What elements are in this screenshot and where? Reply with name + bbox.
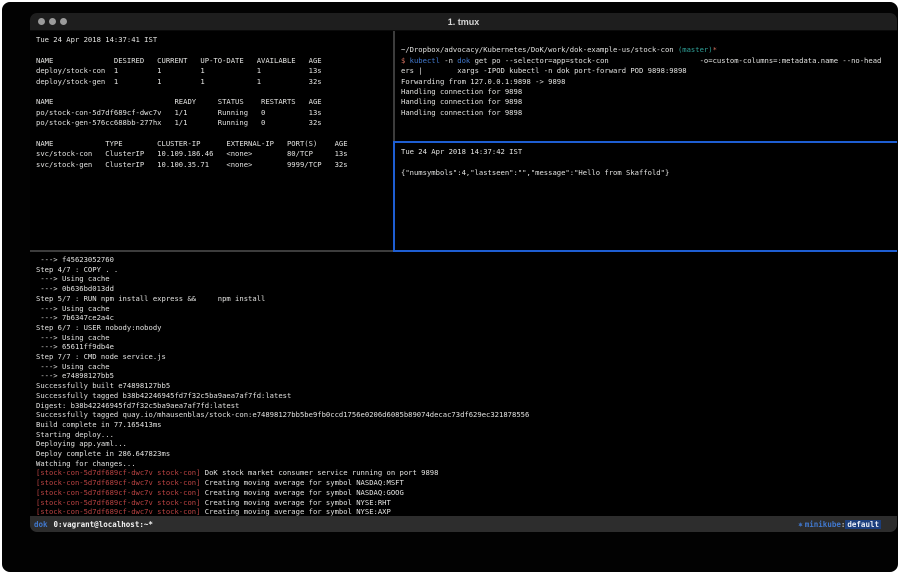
terminal-line: Successfully built e74898127bb5: [36, 381, 896, 391]
status-right: ⎈ minikube : default: [798, 520, 881, 529]
terminal-line: Handling connection for 9898: [401, 87, 897, 97]
terminal-line: Tue 24 Apr 2018 14:37:42 IST: [401, 147, 897, 157]
terminal-window: 1. tmux Tue 24 Apr 2018 14:37:41 IST NAM…: [30, 13, 897, 532]
pane-divider-vertical-inactive: [393, 31, 395, 141]
terminal-line: ---> Using cache: [36, 362, 896, 372]
terminal-line: Successfully tagged b38b42246945fd7f32c5…: [36, 391, 896, 401]
terminal-line: ---> 0b636bd013dd: [36, 284, 896, 294]
window-titlebar[interactable]: 1. tmux: [30, 13, 897, 31]
terminal-line: [36, 45, 394, 55]
pane-divider-vertical-active: [393, 141, 395, 250]
traffic-lights: [38, 13, 67, 30]
terminal-line: deploy/stock-gen 1 1 1 1 32s: [36, 77, 394, 87]
minimize-button[interactable]: [49, 18, 56, 25]
terminal-line: ers | xargs -IPOD kubectl -n dok port-fo…: [401, 66, 897, 76]
terminal-line: ---> e74898127bb5: [36, 371, 896, 381]
terminal-line: Digest: b38b42246945fd7f32c5ba9aea7af7fd…: [36, 401, 896, 411]
pane-kubectl-watch[interactable]: Tue 24 Apr 2018 14:37:41 IST NAME DESIRE…: [33, 31, 394, 254]
terminal-line: Step 6/7 : USER nobody:nobody: [36, 323, 896, 333]
terminal-line: $ kubectl -n dok get po --selector=app=s…: [401, 56, 897, 66]
terminal-line: Deploy complete in 286.647823ms: [36, 449, 896, 459]
terminal-line: Forwarding from 127.0.0.1:9898 -> 9898: [401, 77, 897, 87]
terminal-body: Tue 24 Apr 2018 14:37:41 IST NAME DESIRE…: [30, 31, 897, 516]
pane-curl-response[interactable]: Tue 24 Apr 2018 14:37:42 IST {"numsymbol…: [397, 143, 897, 253]
terminal-line: NAME TYPE CLUSTER-IP EXTERNAL-IP PORT(S)…: [36, 139, 394, 149]
terminal-line: Deploying app.yaml...: [36, 439, 896, 449]
terminal-line: Build complete in 77.165413ms: [36, 420, 896, 430]
terminal-line: [stock-con-5d7df689cf-dwc7v stock-con] D…: [36, 468, 896, 478]
helm-icon: ⎈: [798, 520, 803, 529]
terminal-line: [401, 35, 897, 45]
terminal-line: svc/stock-con ClusterIP 10.109.186.46 <n…: [36, 149, 394, 159]
terminal-line: [36, 87, 394, 97]
terminal-line: [stock-con-5d7df689cf-dwc7v stock-con] C…: [36, 478, 896, 488]
terminal-line: NAME DESIRED CURRENT UP-TO-DATE AVAILABL…: [36, 56, 394, 66]
terminal-line: Handling connection for 9898: [401, 97, 897, 107]
session-name: dok: [34, 520, 48, 529]
terminal-line: ---> 7b6347ce2a4c: [36, 313, 896, 323]
terminal-line: Starting deploy...: [36, 430, 896, 440]
terminal-line: ---> f45623052760: [36, 255, 896, 265]
terminal-line: Step 5/7 : RUN npm install express && np…: [36, 294, 896, 304]
terminal-line: NAME READY STATUS RESTARTS AGE: [36, 97, 394, 107]
terminal-line: ~/Dropbox/advocacy/Kubernetes/DoK/work/d…: [401, 45, 897, 55]
terminal-line: [36, 129, 394, 139]
close-button[interactable]: [38, 18, 45, 25]
terminal-line: Tue 24 Apr 2018 14:37:41 IST: [36, 35, 394, 45]
terminal-line: Watching for changes...: [36, 459, 896, 469]
terminal-line: Handling connection for 9898: [401, 108, 897, 118]
terminal-line: po/stock-gen-576cc688bb-277hx 1/1 Runnin…: [36, 118, 394, 128]
terminal-line: deploy/stock-con 1 1 1 1 13s: [36, 66, 394, 76]
terminal-line: po/stock-con-5d7df689cf-dwc7v 1/1 Runnin…: [36, 108, 394, 118]
terminal-line: ---> 65611ff9db4e: [36, 342, 896, 352]
terminal-line: {"numsymbols":4,"lastseen":"","message":…: [401, 168, 897, 178]
terminal-line: Step 7/7 : CMD node service.js: [36, 352, 896, 362]
terminal-line: [stock-con-5d7df689cf-dwc7v stock-con] C…: [36, 507, 896, 517]
screenshot-canvas: 1. tmux Tue 24 Apr 2018 14:37:41 IST NAM…: [0, 0, 900, 574]
terminal-line: [stock-con-5d7df689cf-dwc7v stock-con] C…: [36, 498, 896, 508]
terminal-line: ---> Using cache: [36, 333, 896, 343]
kube-context: minikube: [805, 520, 841, 529]
terminal-line: Step 4/7 : COPY . .: [36, 265, 896, 275]
terminal-line: [stock-con-5d7df689cf-dwc7v stock-con] C…: [36, 488, 896, 498]
kube-namespace: default: [845, 520, 881, 529]
pane-skaffold-log[interactable]: ---> f45623052760Step 4/7 : COPY . . ---…: [33, 252, 896, 518]
pane-port-forward[interactable]: ~/Dropbox/advocacy/Kubernetes/DoK/work/d…: [397, 31, 897, 145]
window-title: 1. tmux: [30, 17, 897, 27]
window-tab-current[interactable]: 0:vagrant@localhost:~*: [54, 520, 153, 529]
zoom-button[interactable]: [60, 18, 67, 25]
tmux-status-bar: dok 0:vagrant@localhost:~* ⎈ minikube : …: [30, 516, 897, 532]
terminal-line: [401, 157, 897, 167]
terminal-line: Successfully tagged quay.io/mhausenblas/…: [36, 410, 896, 420]
terminal-line: ---> Using cache: [36, 304, 896, 314]
terminal-line: ---> Using cache: [36, 274, 896, 284]
terminal-line: svc/stock-gen ClusterIP 10.100.35.71 <no…: [36, 160, 394, 170]
